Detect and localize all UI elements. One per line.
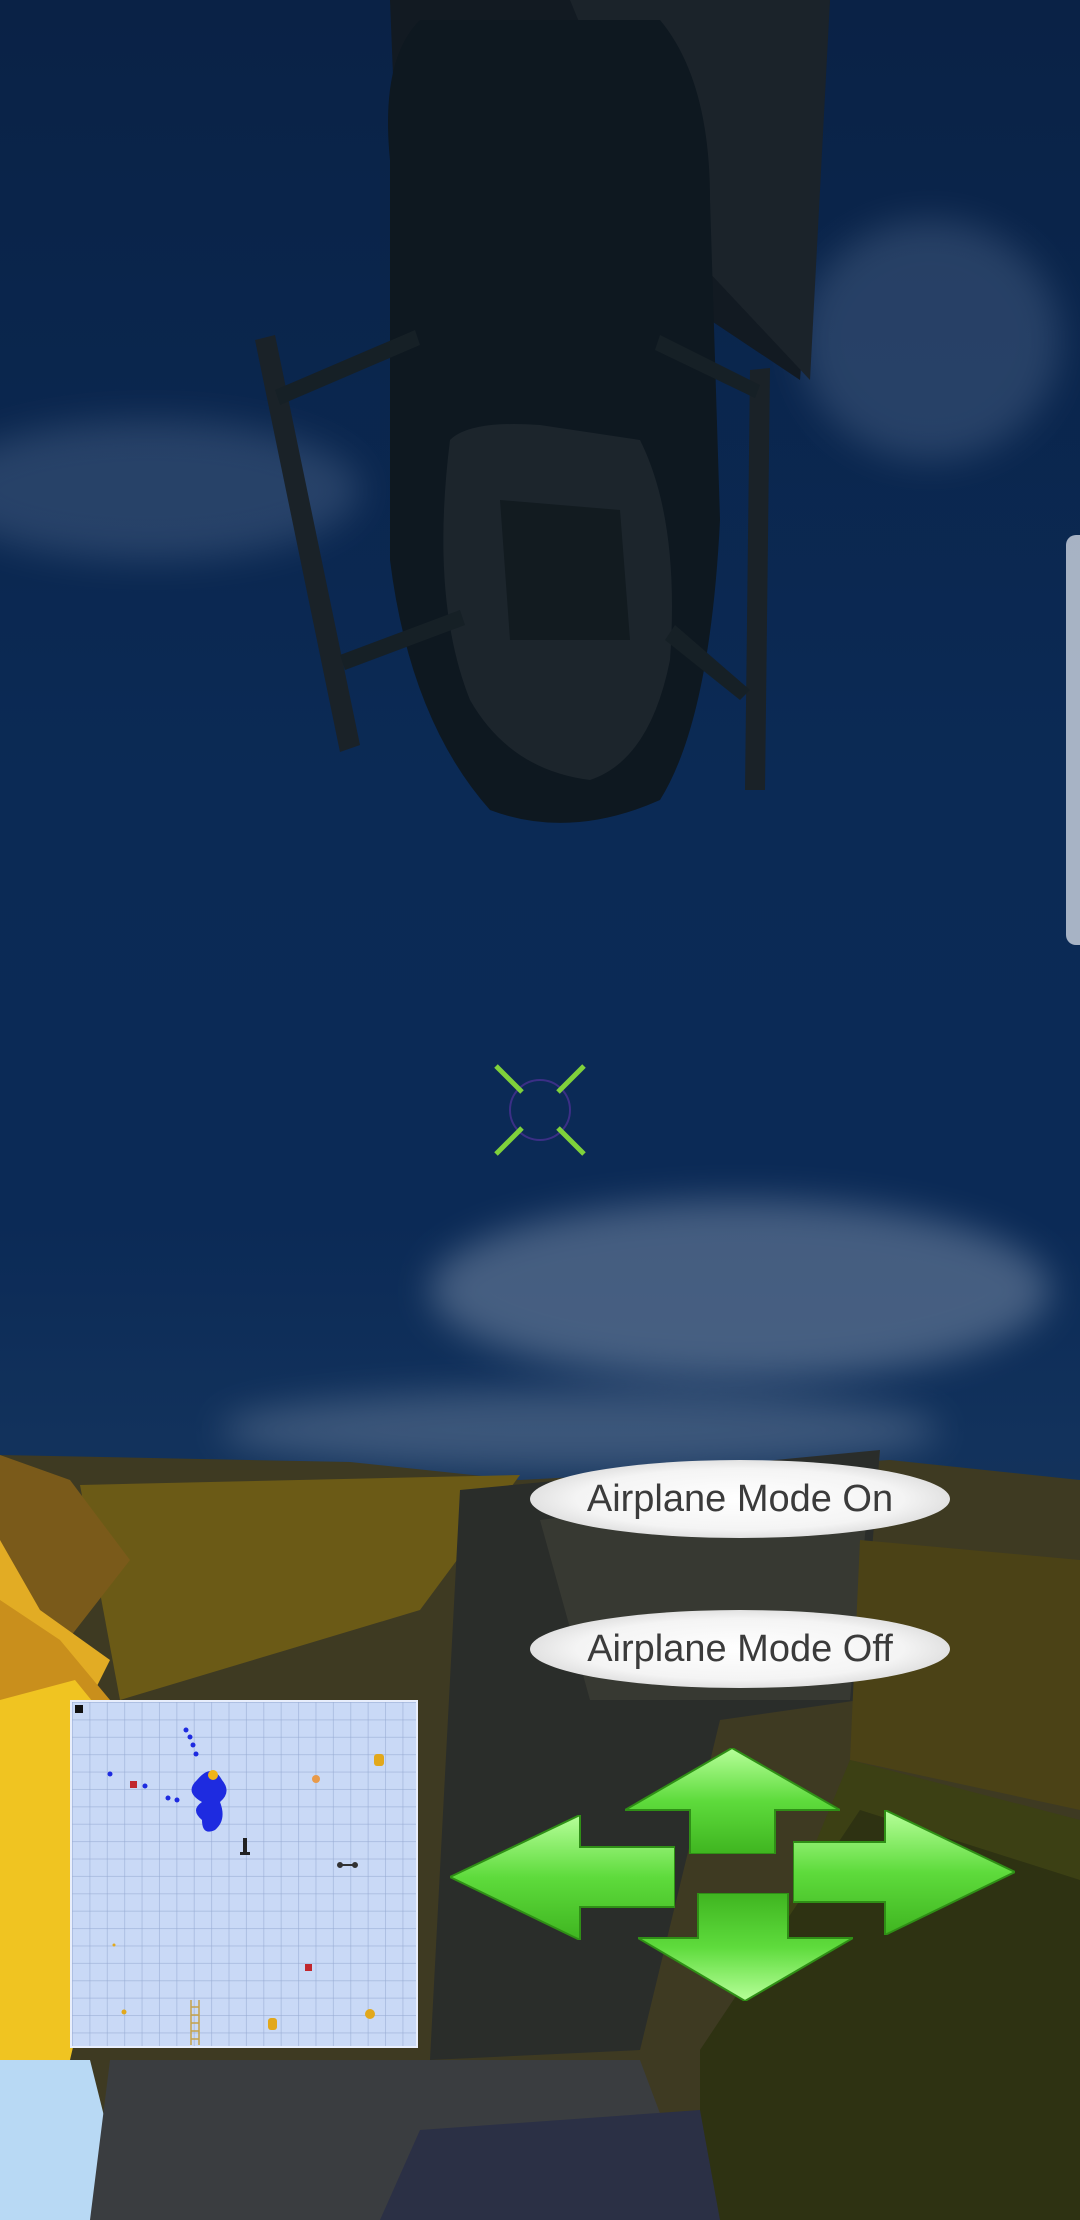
minimap-item [121, 2009, 127, 2015]
player-marker [191, 1771, 227, 1832]
minimap-ladder [190, 2000, 200, 2045]
minimap-marker [305, 1964, 312, 1971]
arrow-left-icon [450, 1815, 675, 1940]
airplane-mode-on-label: Airplane Mode On [586, 1477, 894, 1520]
minimap-item [112, 1943, 116, 1947]
minimap-item [312, 1775, 320, 1783]
edge-panel-handle[interactable] [1066, 535, 1080, 945]
minimap-plane [337, 1862, 358, 1868]
helicopter [255, 0, 830, 823]
arrow-right-icon [793, 1810, 1015, 1935]
player-trail [107, 1727, 199, 1803]
minimap-markers [75, 1705, 384, 2045]
minimap-helicopter [240, 1838, 250, 1855]
minimap [70, 1700, 418, 2048]
minimap-corner-marker [75, 1705, 83, 1713]
minimap-item [365, 2009, 375, 2019]
minimap-item [374, 1754, 384, 1766]
minimap-item [268, 2018, 277, 2030]
crosshair-icon [494, 1064, 586, 1156]
minimap-marker [130, 1781, 137, 1788]
arrow-right-button[interactable] [793, 1810, 1015, 1935]
arrow-left-button[interactable] [450, 1815, 675, 1940]
airplane-mode-off-label: Airplane Mode Off [587, 1627, 893, 1670]
airplane-mode-on-button[interactable]: Airplane Mode On [530, 1460, 950, 1538]
airplane-mode-off-button[interactable]: Airplane Mode Off [530, 1610, 950, 1688]
